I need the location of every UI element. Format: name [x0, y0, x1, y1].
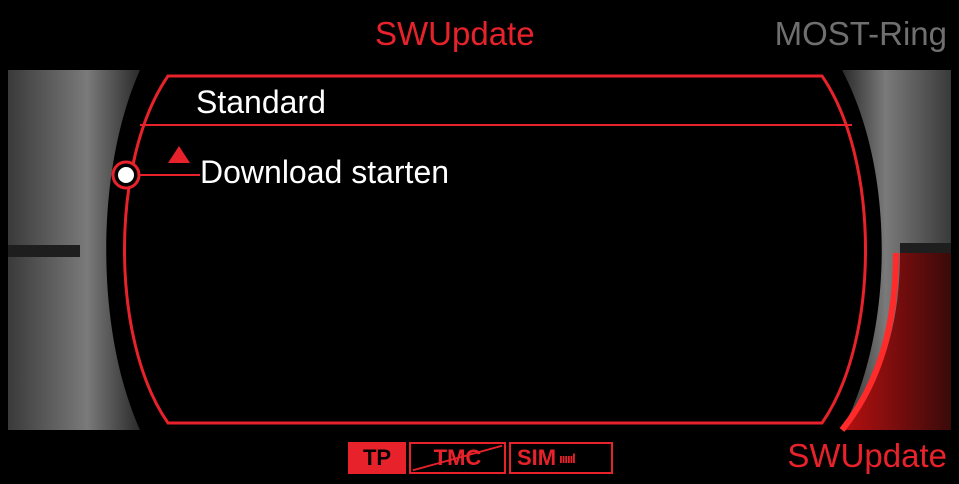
menu-item-download-starten[interactable]: Download starten	[200, 154, 449, 191]
menu-title: Standard	[196, 84, 326, 120]
selection-dot-core	[118, 167, 134, 183]
left-panel-divider	[8, 245, 80, 257]
sim-label: SIM	[517, 445, 557, 470]
tmc-indicator: TMC	[409, 442, 506, 474]
main-panel	[123, 74, 867, 425]
mmi-screen: SWUpdate MOST-Ring Standard Download sta…	[0, 0, 959, 484]
footer-right-label[interactable]: SWUpdate	[787, 437, 947, 475]
tp-indicator: TP	[348, 442, 406, 474]
header-right-label[interactable]: MOST-Ring	[775, 15, 947, 53]
screen-frame-graphics	[8, 70, 951, 432]
header-left-label[interactable]: SWUpdate	[375, 15, 535, 53]
signal-strength-icon: ıııııl	[559, 450, 576, 466]
sim-indicator: SIM ıııııl	[509, 442, 613, 474]
strikethrough-icon	[412, 444, 503, 472]
tp-label: TP	[362, 445, 392, 470]
